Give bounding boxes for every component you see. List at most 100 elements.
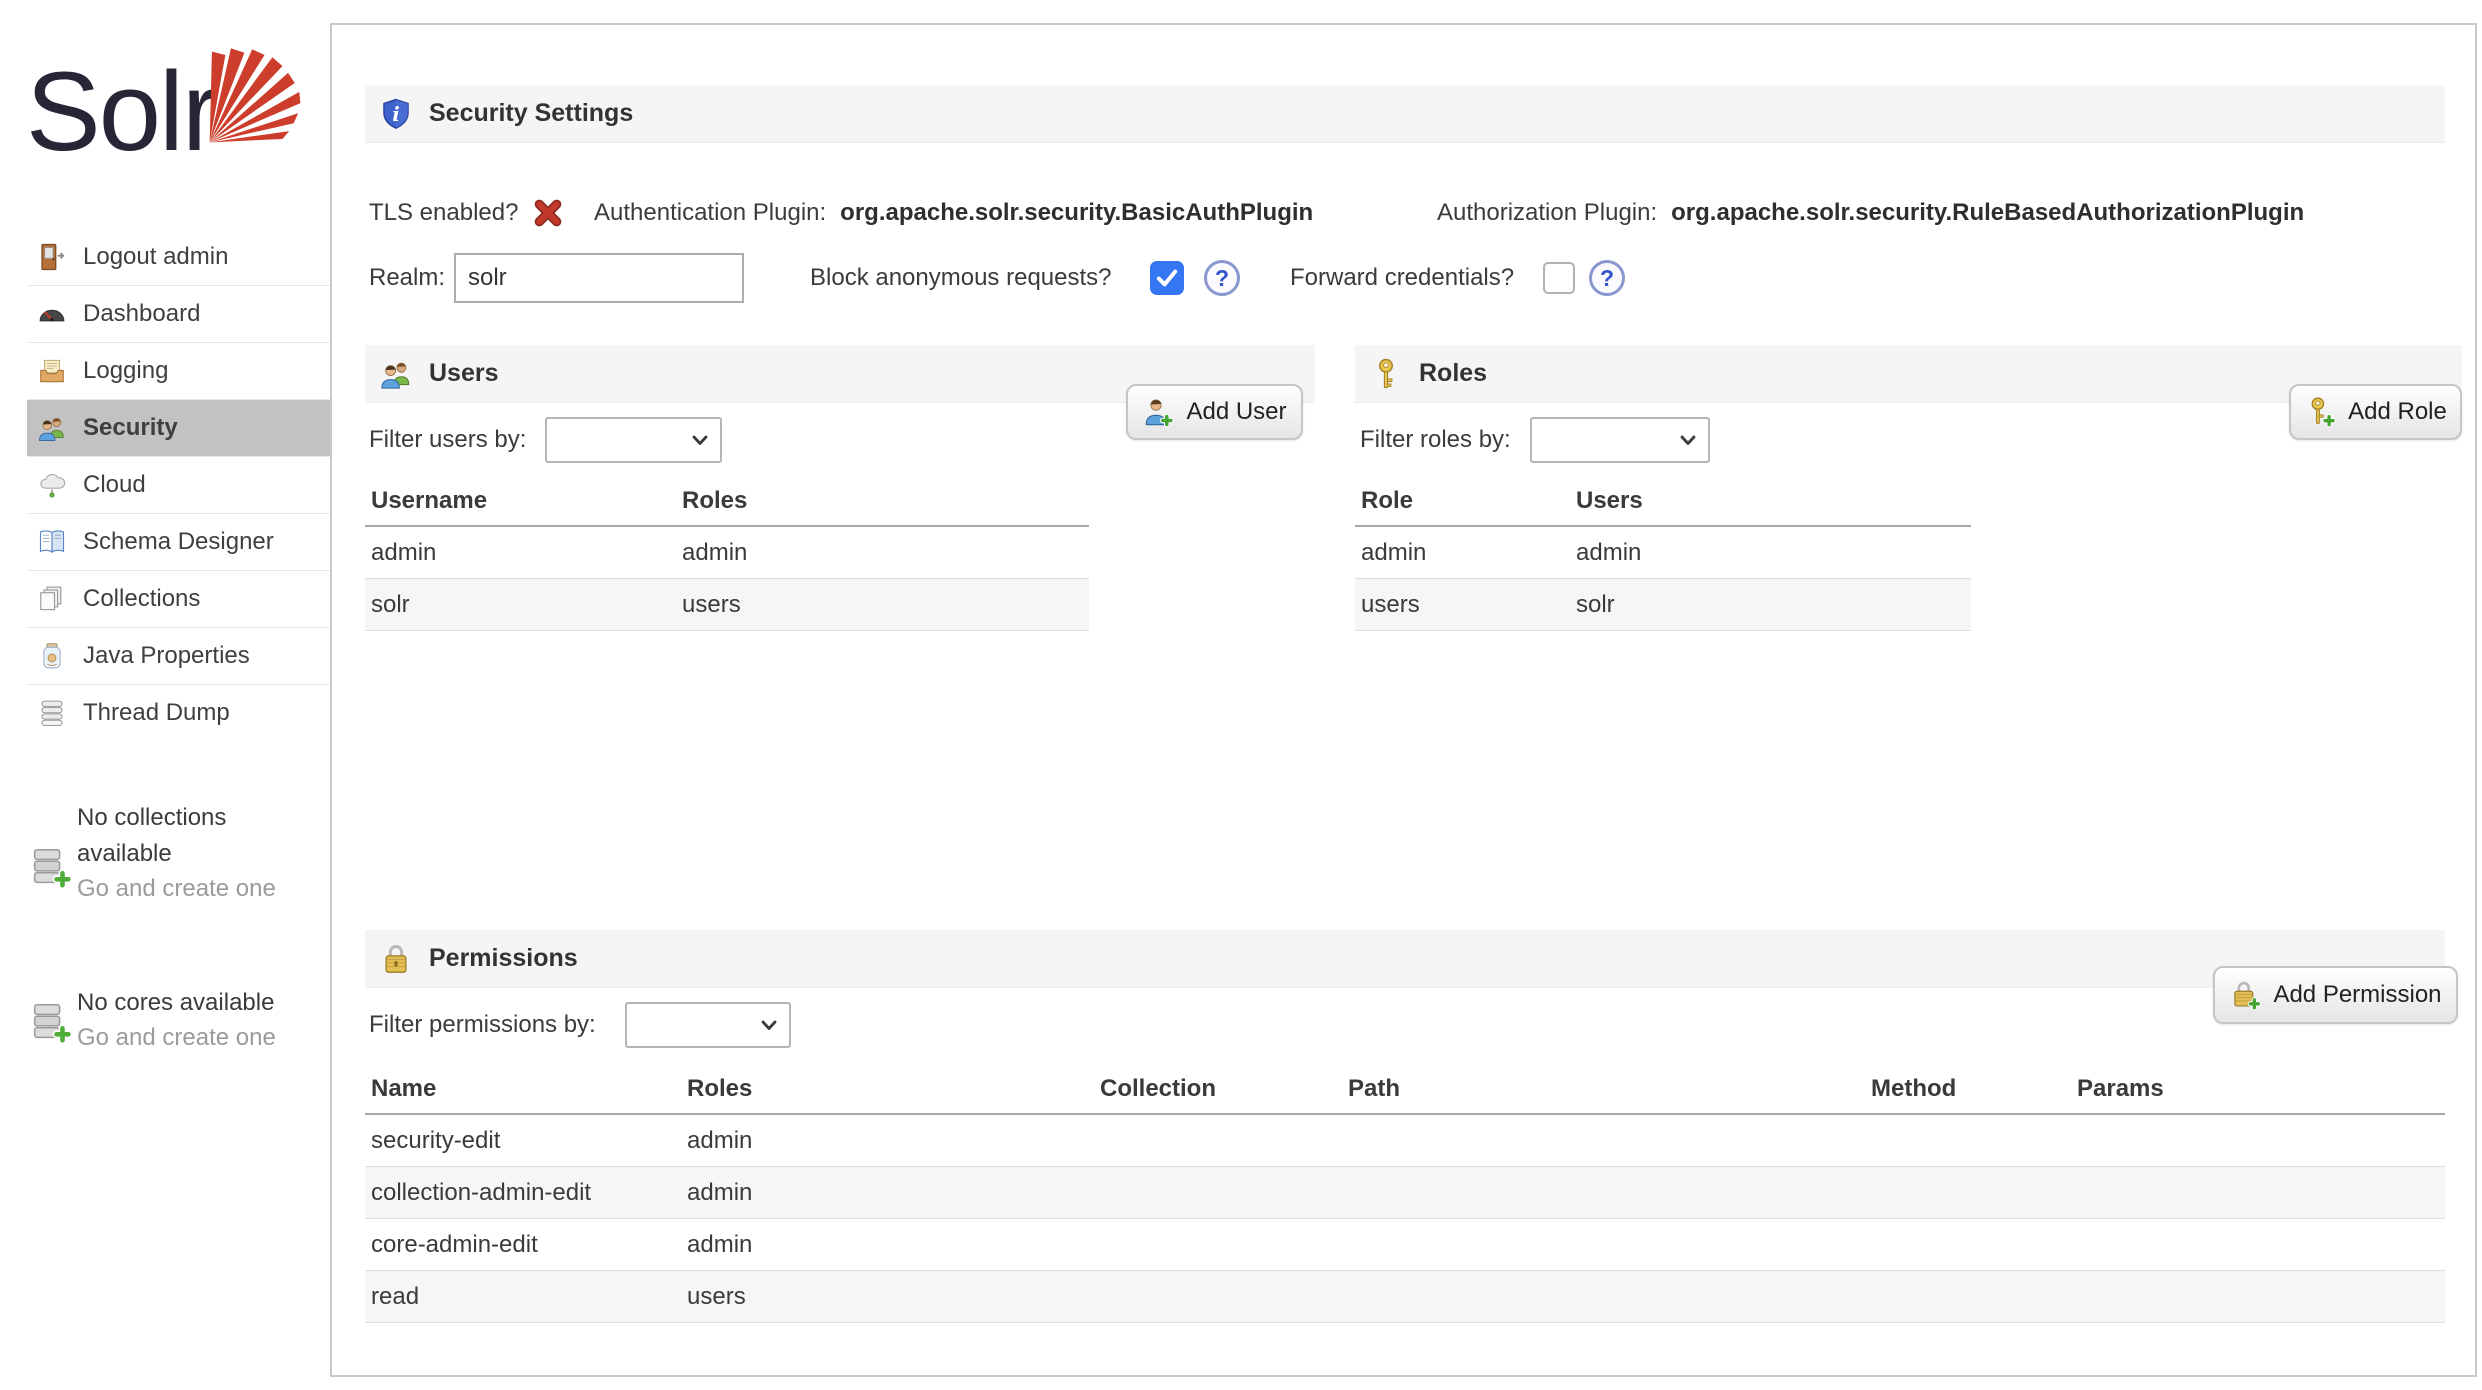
users-icon <box>379 357 413 391</box>
sidebar-item-cloud[interactable]: Cloud <box>27 456 330 513</box>
roles-cell: admin <box>681 1231 1094 1259</box>
realm-input[interactable] <box>454 253 744 303</box>
permission-row[interactable]: core-admin-edit admin <box>365 1219 2445 1271</box>
tls-status-group: TLS enabled? <box>369 197 564 229</box>
users-cell: admin <box>1570 539 1971 567</box>
sidebar-item-label: Java Properties <box>83 642 250 670</box>
col-roles: Roles <box>681 1075 1094 1103</box>
filter-users-select[interactable] <box>545 417 722 463</box>
authz-plugin-label: Authorization Plugin: <box>1437 199 1657 227</box>
permission-row[interactable]: security-edit admin <box>365 1115 2445 1167</box>
create-collection-link[interactable]: Go and create one <box>77 872 327 907</box>
permission-row[interactable]: read users <box>365 1271 2445 1323</box>
name-cell: collection-admin-edit <box>365 1179 681 1207</box>
chevron-down-icon <box>757 1013 781 1037</box>
authz-plugin-value: org.apache.solr.security.RuleBasedAuthor… <box>1671 199 2304 227</box>
sidebar-item-label: Security <box>83 414 178 442</box>
sidebar-item-security[interactable]: Security <box>27 399 330 456</box>
solr-logo[interactable]: Solr <box>26 28 306 193</box>
add-role-button[interactable]: Add Role <box>2289 384 2462 440</box>
filter-users-label: Filter users by: <box>369 426 526 454</box>
logout-door-icon <box>37 242 67 272</box>
solr-admin-screen: Solr Logout admin Dashboard Logging Secu… <box>0 0 2482 1390</box>
question-help-icon[interactable]: ? <box>1204 260 1240 296</box>
lock-icon <box>379 942 413 976</box>
filter-roles-select[interactable] <box>1530 417 1710 463</box>
col-method: Method <box>1865 1075 2071 1103</box>
filter-permissions-label: Filter permissions by: <box>369 1011 596 1039</box>
collections-stack-icon <box>37 584 67 614</box>
user-row[interactable]: solr users <box>365 579 1089 631</box>
auth-plugin-group: Authentication Plugin: org.apache.solr.s… <box>594 199 1313 227</box>
roles-table-header: Role Users <box>1355 477 1971 527</box>
sidebar-item-schema-designer[interactable]: Schema Designer <box>27 513 330 570</box>
col-path: Path <box>1342 1075 1865 1103</box>
sidebar-item-label: Cloud <box>83 471 146 499</box>
auth-plugin-value: org.apache.solr.security.BasicAuthPlugin <box>840 199 1313 227</box>
roles-section-title: Roles <box>1419 359 1487 388</box>
no-cores-block: No cores available Go and create one <box>27 985 327 1056</box>
name-cell: core-admin-edit <box>365 1231 681 1259</box>
sidebar-item-label: Collections <box>83 585 200 613</box>
lock-add-icon <box>2229 979 2261 1011</box>
roles-cell: users <box>681 1283 1094 1311</box>
sidebar-item-label: Thread Dump <box>83 699 230 727</box>
col-params: Params <box>2071 1075 2445 1103</box>
sidebar-item-logging[interactable]: Logging <box>27 342 330 399</box>
sidebar-nav: Logout admin Dashboard Logging Security … <box>27 228 330 741</box>
roles-cell: admin <box>681 1179 1094 1207</box>
no-collections-text: No collections available <box>77 800 292 872</box>
role-row[interactable]: users solr <box>1355 579 1971 631</box>
create-core-link[interactable]: Go and create one <box>77 1021 327 1056</box>
user-row[interactable]: admin admin <box>365 527 1089 579</box>
sidebar-item-java-properties[interactable]: Java Properties <box>27 627 330 684</box>
key-icon <box>1369 357 1403 391</box>
authz-plugin-group: Authorization Plugin: org.apache.solr.se… <box>1437 199 2304 227</box>
add-permission-label: Add Permission <box>2273 981 2441 1009</box>
permissions-filter-row: Filter permissions by: Add Permission <box>365 995 2445 1055</box>
users-section-title: Users <box>429 359 499 388</box>
role-row[interactable]: admin admin <box>1355 527 1971 579</box>
add-permission-button[interactable]: Add Permission <box>2213 966 2458 1024</box>
sidebar-item-collections[interactable]: Collections <box>27 570 330 627</box>
red-x-icon <box>532 197 564 229</box>
forward-creds-checkbox[interactable] <box>1543 262 1575 294</box>
add-user-label: Add User <box>1186 398 1286 426</box>
role-cell: users <box>1355 591 1570 619</box>
sidebar-item-label: Schema Designer <box>83 528 274 556</box>
users-cell: solr <box>1570 591 1971 619</box>
chevron-down-icon <box>1676 428 1700 452</box>
no-collections-block: No collections available Go and create o… <box>27 800 327 907</box>
no-cores-text: No cores available <box>77 985 327 1021</box>
database-add-icon <box>27 999 73 1045</box>
security-settings-panel: Security Settings TLS enabled? Authentic… <box>330 23 2477 1377</box>
sidebar-item-thread-dump[interactable]: Thread Dump <box>27 684 330 741</box>
permission-row[interactable]: collection-admin-edit admin <box>365 1167 2445 1219</box>
filter-permissions-select[interactable] <box>625 1002 791 1048</box>
sidebar: Solr Logout admin Dashboard Logging Secu… <box>0 0 330 1390</box>
col-users: Users <box>1570 487 1971 515</box>
sidebar-item-logout[interactable]: Logout admin <box>27 228 330 285</box>
block-anon-checkbox[interactable] <box>1150 261 1184 295</box>
roles-cell: users <box>676 591 1089 619</box>
question-help-icon[interactable]: ? <box>1589 260 1625 296</box>
dashboard-gauge-icon <box>37 299 67 329</box>
forward-creds-label: Forward credentials? <box>1290 264 1514 292</box>
security-users-icon <box>37 413 67 443</box>
sidebar-item-label: Logout admin <box>83 243 228 271</box>
roles-filter-row: Filter roles by: Add Role <box>1355 410 2462 470</box>
username-cell: solr <box>365 591 676 619</box>
database-add-icon <box>27 844 73 890</box>
shield-info-icon <box>379 97 413 131</box>
users-filter-row: Filter users by: Add User <box>365 410 1315 470</box>
add-user-button[interactable]: Add User <box>1126 384 1303 440</box>
role-cell: admin <box>1355 539 1570 567</box>
col-name: Name <box>365 1075 681 1103</box>
name-cell: read <box>365 1283 681 1311</box>
plugin-status-row: TLS enabled? Authentication Plugin: org.… <box>365 188 2445 238</box>
solr-logo-text: Solr <box>26 56 217 168</box>
check-icon <box>1153 264 1181 292</box>
sidebar-item-dashboard[interactable]: Dashboard <box>27 285 330 342</box>
col-role: Role <box>1355 487 1570 515</box>
roles-cell: admin <box>681 1127 1094 1155</box>
